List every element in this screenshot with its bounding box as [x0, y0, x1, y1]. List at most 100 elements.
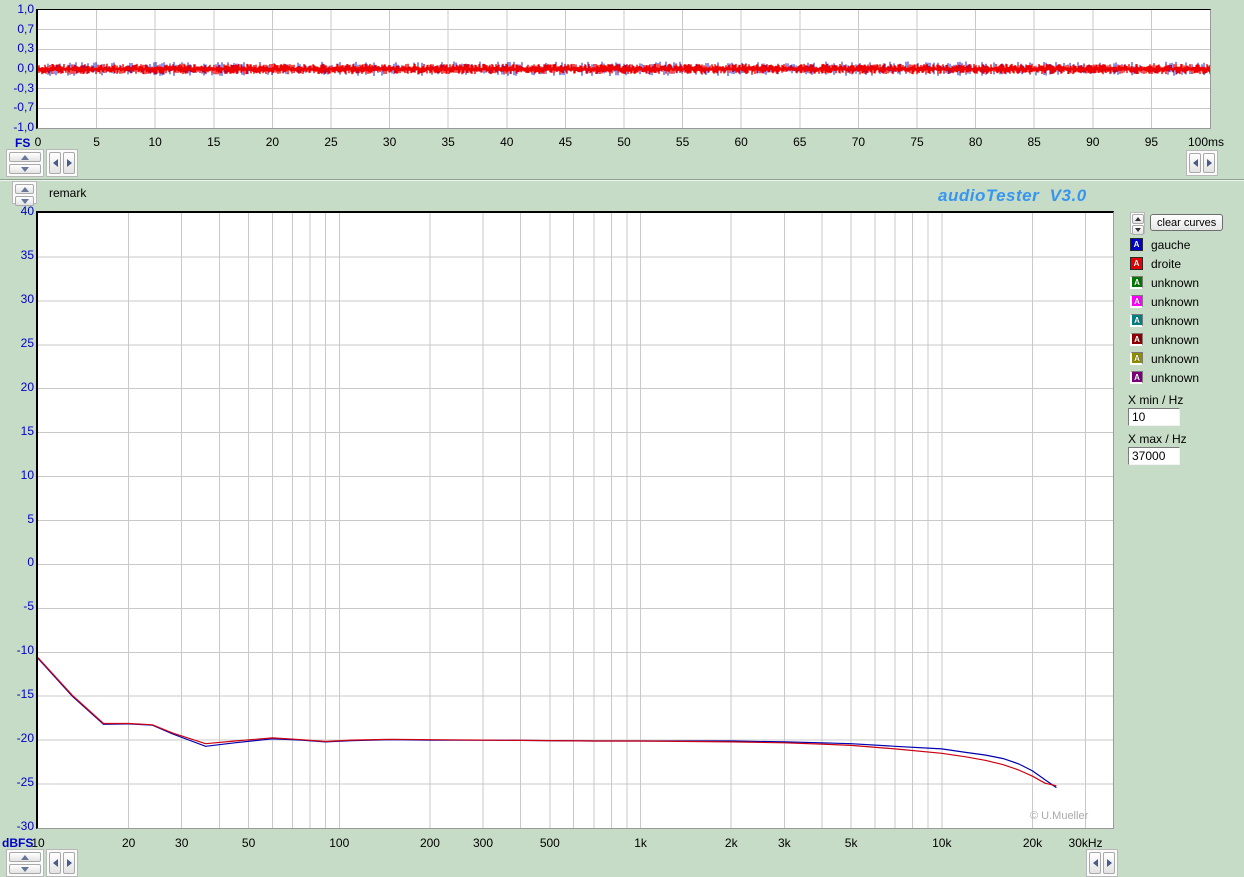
- legend-swatch-droite-1[interactable]: A: [1130, 257, 1143, 270]
- freq-y-tick-label: 5: [0, 512, 34, 526]
- freq-x-tick-label: 10k: [920, 836, 964, 850]
- freq-y-tick-label: -15: [0, 687, 34, 701]
- scope-x-tick-label: 65: [778, 135, 822, 149]
- freq-x-tick-label: 100: [317, 836, 361, 850]
- scope-y-tick-label: 0,7: [0, 22, 34, 36]
- freq-x-tick-label: 200: [408, 836, 452, 850]
- freq-x-tick-label: 30kHz: [1064, 836, 1108, 850]
- scope-x-tick-label: 10: [133, 135, 177, 149]
- curve-gauche: [38, 658, 1056, 787]
- x-max-label: X max / Hz: [1128, 432, 1187, 446]
- remark-label: remark: [49, 186, 86, 200]
- legend-down-button[interactable]: [1132, 225, 1144, 235]
- freq-x-right-button[interactable]: [63, 852, 75, 874]
- down-arrow-icon: [1135, 228, 1141, 232]
- up-arrow-icon: [21, 855, 29, 860]
- freq-x-right-left-button[interactable]: [1089, 852, 1101, 874]
- freq-y-tick-label: 15: [0, 424, 34, 438]
- legend-up-button[interactable]: [1132, 214, 1144, 224]
- freq-y-up-button[interactable]: [9, 852, 41, 862]
- freq-y-tick-label: -5: [0, 599, 34, 613]
- legend-item-label: unknown: [1151, 371, 1199, 385]
- scope-y-scroll-group: [6, 149, 44, 177]
- freq-x-tick-label: 50: [227, 836, 271, 850]
- legend-swatch-unknown-6[interactable]: A: [1130, 352, 1143, 365]
- freq-y-down-button[interactable]: [9, 864, 41, 874]
- legend-item: Aunknown: [1130, 275, 1199, 290]
- scope-x-tick-label: 30: [368, 135, 412, 149]
- legend-item: Aunknown: [1130, 332, 1199, 347]
- fs-axis-unit-label: FS: [15, 136, 30, 150]
- freq-x-left-button[interactable]: [49, 852, 61, 874]
- x-min-input[interactable]: [1128, 408, 1180, 426]
- freq-y-tick-label: -25: [0, 775, 34, 789]
- frequency-response-plot: [36, 211, 1114, 829]
- freq-x-tick-label: 3k: [762, 836, 806, 850]
- scope-y-tick-label: -0,7: [0, 100, 34, 114]
- scope-x-right-right-button[interactable]: [1203, 153, 1215, 173]
- legend-item-label: unknown: [1151, 352, 1199, 366]
- legend-swatch-unknown-4[interactable]: A: [1130, 314, 1143, 327]
- down-arrow-icon: [21, 167, 29, 172]
- freq-y-tick-label: -20: [0, 731, 34, 745]
- freq-x-tick-label: 30: [160, 836, 204, 850]
- freq-y-tick-label: -30: [0, 819, 34, 833]
- freq-y-tick-label: -10: [0, 643, 34, 657]
- remark-up-button[interactable]: [15, 184, 34, 194]
- freq-x-tick-label: 500: [528, 836, 572, 850]
- scope-x-tick-label: 85: [1012, 135, 1056, 149]
- copyright-note: © U.Mueller: [1030, 810, 1088, 822]
- freq-y-tick-label: 20: [0, 380, 34, 394]
- legend-item-label: unknown: [1151, 295, 1199, 309]
- freq-x-tick-label: 20k: [1011, 836, 1055, 850]
- scope-x-right-button[interactable]: [63, 152, 75, 174]
- time-domain-plot: [36, 9, 1211, 129]
- up-arrow-icon: [21, 155, 29, 160]
- legend-item-label: unknown: [1151, 276, 1199, 290]
- legend-swatch-unknown-7[interactable]: A: [1130, 371, 1143, 384]
- x-min-label: X min / Hz: [1128, 393, 1183, 407]
- down-arrow-icon: [21, 199, 29, 204]
- scope-y-up-button[interactable]: [9, 152, 41, 162]
- remark-spinner-group: [12, 181, 37, 204]
- legend-item-label: unknown: [1151, 333, 1199, 347]
- scope-x-tick-label: 45: [543, 135, 587, 149]
- freq-x-right-right-button[interactable]: [1103, 852, 1115, 874]
- right-arrow-icon: [67, 859, 72, 867]
- legend-item-label: gauche: [1151, 238, 1190, 252]
- legend-swatch-gauche-0[interactable]: A: [1130, 238, 1143, 251]
- legend-spinner-group: [1130, 212, 1145, 234]
- scope-x-right-left-button[interactable]: [1189, 153, 1201, 173]
- legend-item: Aunknown: [1130, 370, 1199, 385]
- up-arrow-icon: [21, 187, 29, 192]
- freq-x-scroll-group: [46, 849, 78, 877]
- freq-y-tick-label: 30: [0, 292, 34, 306]
- legend-swatch-unknown-3[interactable]: A: [1130, 295, 1143, 308]
- legend-swatch-unknown-2[interactable]: A: [1130, 276, 1143, 289]
- scope-y-tick-label: -1,0: [0, 120, 34, 134]
- scope-x-tick-label: 100ms: [1180, 135, 1224, 149]
- scope-y-down-button[interactable]: [9, 164, 41, 174]
- left-arrow-icon: [1093, 859, 1098, 867]
- left-arrow-icon: [53, 859, 58, 867]
- left-arrow-icon: [53, 159, 58, 167]
- audiotester-window: { "app": { "title": "audioTester V3.0", …: [0, 0, 1244, 875]
- scope-x-tick-label: 35: [426, 135, 470, 149]
- scope-y-tick-label: 1,0: [0, 2, 34, 16]
- section-divider: [0, 179, 1244, 181]
- scope-x-tick-label: 5: [75, 135, 119, 149]
- legend-swatch-unknown-5[interactable]: A: [1130, 333, 1143, 346]
- freq-x-tick-label: 1k: [619, 836, 663, 850]
- dbfs-axis-unit-label: dBFS: [2, 836, 33, 850]
- scope-x-left-button[interactable]: [49, 152, 61, 174]
- legend-item-label: droite: [1151, 257, 1181, 271]
- legend-item: Aunknown: [1130, 313, 1199, 328]
- scope-x-tick-label: 95: [1129, 135, 1173, 149]
- scope-x-tick-label: 70: [836, 135, 880, 149]
- freq-x-tick-label: 20: [107, 836, 151, 850]
- clear-curves-button[interactable]: clear curves: [1150, 214, 1223, 231]
- right-arrow-icon: [67, 159, 72, 167]
- scope-x-tick-label: 50: [602, 135, 646, 149]
- app-title: audioTester V3.0: [938, 186, 1087, 206]
- x-max-input[interactable]: [1128, 447, 1180, 465]
